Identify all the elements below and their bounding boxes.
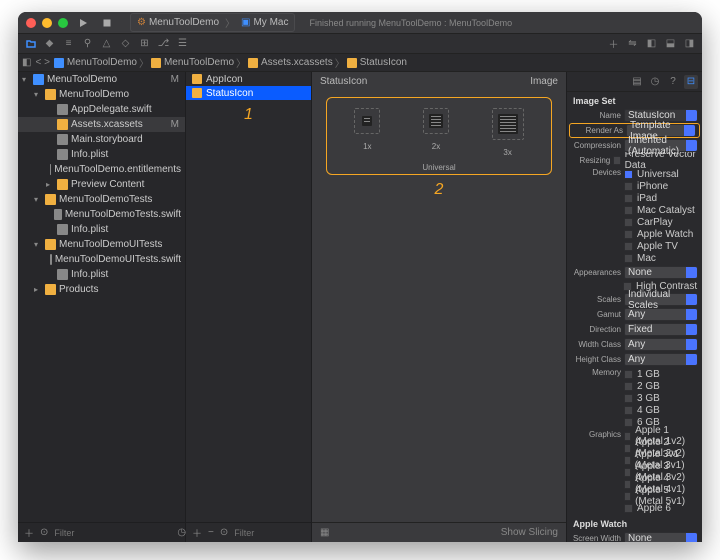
outline-item[interactable]: StatusIcon	[186, 86, 311, 100]
history-inspector-icon[interactable]: ◷	[648, 75, 662, 89]
image-set-box: 1x 2x 3x Universal	[326, 97, 552, 175]
checkbox-row[interactable]: Mac Catalyst	[624, 204, 698, 216]
destination: My Mac	[253, 17, 288, 28]
slot-3x[interactable]: 3x	[492, 108, 524, 157]
main-body: ▾MenuToolDemoM▾MenuToolDemoAppDelegate.s…	[18, 72, 702, 542]
outline-footer: ＋ − ⊙	[186, 522, 311, 542]
nav-item[interactable]: MenuToolDemoTests.swift	[18, 207, 185, 222]
minimize-window[interactable]	[42, 18, 52, 28]
asset-canvas: StatusIcon Image 1x 2x 3x Universal 2 ▦ …	[312, 72, 566, 542]
show-slicing-button[interactable]: Show Slicing	[501, 527, 558, 538]
checkbox-row[interactable]: iPhone	[624, 180, 698, 192]
slot-1x[interactable]: 1x	[354, 108, 380, 157]
annotation-2: 2	[312, 181, 566, 199]
stop-button[interactable]	[98, 15, 116, 31]
remove-asset-icon[interactable]: −	[208, 527, 214, 538]
scales-select[interactable]: Individual Scales	[624, 293, 698, 306]
height-class-select[interactable]: Any	[624, 353, 698, 366]
nav-item[interactable]: ▾MenuToolDemoM	[18, 72, 185, 87]
zoom-window[interactable]	[58, 18, 68, 28]
debug-navigator-icon[interactable]: ⊞	[138, 37, 151, 50]
annotation-1: 1	[186, 106, 311, 124]
project-navigator-icon[interactable]	[24, 37, 37, 50]
nav-item[interactable]: ▾MenuToolDemo	[18, 87, 185, 102]
attributes-inspector-icon[interactable]: ⊟	[684, 75, 698, 89]
checkbox-row[interactable]: Apple TV	[624, 240, 698, 252]
filter-icon: ⊙	[40, 527, 48, 538]
report-navigator-icon[interactable]: ☰	[176, 37, 189, 50]
screen-width-select[interactable]: None	[624, 532, 698, 542]
issue-navigator-icon[interactable]: △	[100, 37, 113, 50]
help-inspector-icon[interactable]: ?	[666, 75, 680, 89]
section-image-set: Image Set	[567, 92, 702, 108]
scheme-selector[interactable]: ⚙︎MenuToolDemo 〉 ▣My Mac	[130, 13, 295, 32]
symbol-navigator-icon[interactable]: ≡	[62, 37, 75, 50]
checkbox-row[interactable]: CarPlay	[624, 216, 698, 228]
nav-item[interactable]: Assets.xcassetsM	[18, 117, 185, 132]
asset-outline: AppIconStatusIcon 1 ＋ − ⊙	[186, 72, 312, 542]
slot-2x[interactable]: 2x	[423, 108, 449, 157]
section-apple-watch: Apple Watch	[567, 515, 702, 531]
run-button[interactable]	[74, 15, 92, 31]
checkbox-row[interactable]: Apple Watch	[624, 228, 698, 240]
nav-item[interactable]: MenuToolDemoUITests.swift	[18, 252, 185, 267]
toggle-right-panel-icon[interactable]: ◨	[683, 37, 696, 50]
view-mode-icon[interactable]: ▦	[320, 527, 329, 538]
project-navigator: ▾MenuToolDemoM▾MenuToolDemoAppDelegate.s…	[18, 72, 186, 542]
width-class-select[interactable]: Any	[624, 338, 698, 351]
navigator-tab-bar: ◆ ≡ ⚲ △ ◇ ⊞ ⎇ ☰ ＋ ⇋ ◧ ⬓ ◨	[18, 34, 702, 54]
checkbox-row[interactable]: Mac	[624, 252, 698, 264]
asset-kind: Image	[530, 76, 558, 87]
scheme-name: MenuToolDemo	[149, 17, 219, 28]
asset-title: StatusIcon	[320, 76, 367, 87]
source-control-icon[interactable]: ◆	[43, 37, 56, 50]
nav-item[interactable]: Main.storyboard	[18, 132, 185, 147]
appearances-select[interactable]: None	[624, 266, 698, 279]
navigator-filter[interactable]	[54, 528, 171, 538]
attributes-inspector: ▤ ◷ ? ⊟ 3 Image Set NameStatusIcon Rende…	[566, 72, 702, 542]
code-review-icon[interactable]: ⇋	[626, 37, 639, 50]
nav-item[interactable]: Info.plist	[18, 147, 185, 162]
checkbox-row[interactable]: 4 GB	[624, 404, 698, 416]
toggle-left-panel-icon[interactable]: ◧	[645, 37, 658, 50]
status-text: Finished running MenuToolDemo : MenuTool…	[309, 18, 512, 28]
library-icon[interactable]: ＋	[607, 37, 620, 50]
close-window[interactable]	[26, 18, 36, 28]
nav-item[interactable]: ▸Products	[18, 282, 185, 297]
file-inspector-icon[interactable]: ▤	[630, 75, 644, 89]
filter-icon: ⊙	[220, 527, 228, 538]
outline-item[interactable]: AppIcon	[186, 72, 311, 86]
nav-item[interactable]: ▸Preview Content	[18, 177, 185, 192]
nav-item[interactable]: MenuToolDemo.entitlements	[18, 162, 185, 177]
nav-item[interactable]: ▾MenuToolDemoUITests	[18, 237, 185, 252]
nav-item[interactable]: Info.plist	[18, 222, 185, 237]
navigator-footer: ＋ ⊙ ◷ ☰	[18, 522, 185, 542]
jump-bar[interactable]: ◧ < > MenuToolDemo〉 MenuToolDemo〉 Assets…	[18, 54, 702, 72]
recent-icon[interactable]: ◷	[177, 527, 186, 538]
checkbox-row[interactable]: Universal	[624, 168, 698, 180]
add-asset-icon[interactable]: ＋	[192, 525, 202, 540]
checkbox-row[interactable]: iPad	[624, 192, 698, 204]
checkbox-row[interactable]: 1 GB	[624, 368, 698, 380]
inspector-tabs: ▤ ◷ ? ⊟	[567, 72, 702, 92]
toggle-bottom-panel-icon[interactable]: ⬓	[664, 37, 677, 50]
titlebar: ⚙︎MenuToolDemo 〉 ▣My Mac Finished runnin…	[18, 12, 702, 34]
add-icon[interactable]: ＋	[24, 525, 34, 540]
checkbox-row[interactable]: 3 GB	[624, 392, 698, 404]
gamut-select[interactable]: Any	[624, 308, 698, 321]
resizing-checkbox[interactable]	[613, 156, 620, 165]
nav-item[interactable]: Info.plist	[18, 267, 185, 282]
test-navigator-icon[interactable]: ◇	[119, 37, 132, 50]
xcode-window: ⚙︎MenuToolDemo 〉 ▣My Mac Finished runnin…	[18, 12, 702, 542]
direction-select[interactable]: Fixed	[624, 323, 698, 336]
checkbox-row[interactable]: 2 GB	[624, 380, 698, 392]
breakpoint-navigator-icon[interactable]: ⎇	[157, 37, 170, 50]
traffic-lights	[26, 18, 68, 28]
find-navigator-icon[interactable]: ⚲	[81, 37, 94, 50]
compression-select[interactable]: Inherited (Automatic)	[624, 139, 698, 152]
universal-label: Universal	[333, 163, 545, 172]
nav-item[interactable]: ▾MenuToolDemoTests	[18, 192, 185, 207]
checkbox-row[interactable]: Apple 5 (Metal 5v1)	[624, 490, 698, 502]
nav-item[interactable]: AppDelegate.swift	[18, 102, 185, 117]
